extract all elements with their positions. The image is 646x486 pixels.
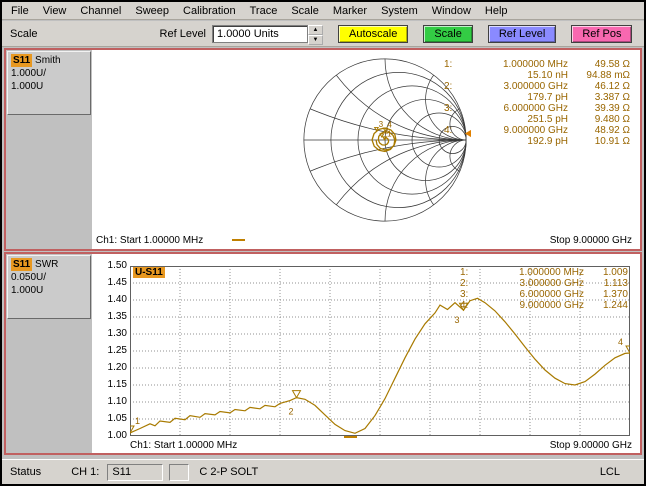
y-tick-label: 1.15	[92, 380, 127, 390]
marker-readout-row: 3:6.000000 GHz39.39 Ω	[444, 103, 630, 114]
ref-level-input[interactable]: 1.0000 Units	[212, 25, 308, 43]
svg-text:1: 1	[135, 416, 140, 426]
marker-readout-subrow: 15.10 nH94.88 mΩ	[444, 70, 630, 81]
status-label: Status	[10, 466, 41, 478]
trace-id-chip: S11	[11, 54, 32, 67]
smith-plot-area[interactable]: 1234 1:1.000000 MHz49.58 Ω 15.10 nH94.88…	[92, 50, 640, 249]
menu-item-help[interactable]: Help	[478, 3, 515, 19]
measurement-field: S11	[107, 464, 163, 481]
marker-readout-row: 4:9.000000 GHz1.244	[460, 300, 628, 311]
ref-value: 1.000U	[11, 80, 87, 93]
svg-text:2: 2	[289, 407, 294, 417]
y-tick-label: 1.50	[92, 261, 127, 271]
menu-item-system[interactable]: System	[374, 3, 425, 19]
spinner-down-icon[interactable]: ▼	[308, 35, 323, 45]
lcl-indicator: LCL	[600, 466, 620, 478]
sweep-stop-label: Stop 9.00000 GHz	[550, 235, 632, 246]
menu-item-calibration[interactable]: Calibration	[176, 3, 243, 19]
trace-format-label: Smith	[35, 55, 61, 66]
marker-readout-row: 1:1.000000 MHz49.58 Ω	[444, 59, 630, 70]
smith-panel: S11 Smith 1.000U/ 1.000U 1234 1:1.000000…	[4, 48, 642, 251]
menu-item-channel[interactable]: Channel	[73, 3, 128, 19]
svg-text:4: 4	[618, 337, 623, 347]
y-tick-label: 1.45	[92, 278, 127, 288]
marker-readout-subrow: 179.7 pH3.387 Ω	[444, 92, 630, 103]
scale-button[interactable]: Scale	[423, 25, 473, 43]
marker-readout-row: 2:3.000000 GHz46.12 Ω	[444, 81, 630, 92]
marker-readout-row: 3:6.000000 GHz1.370	[460, 289, 628, 300]
channel-label: CH 1:	[71, 466, 99, 478]
trace-id-chip: S11	[11, 258, 32, 271]
scale-per-div-value: 0.050U/	[11, 271, 87, 284]
y-tick-label: 1.30	[92, 329, 127, 339]
scale-toolbar: Scale Ref Level 1.0000 Units ▲ ▼ Autosca…	[2, 21, 644, 47]
menu-item-sweep[interactable]: Sweep	[128, 3, 176, 19]
y-tick-label: 1.25	[92, 346, 127, 356]
sweep-start-label: Ch1: Start 1.00000 MHz	[96, 235, 203, 246]
vna-application-window: File View Channel Sweep Calibration Trac…	[0, 0, 646, 486]
ref-pos-button[interactable]: Ref Pos	[571, 25, 632, 43]
swr-marker-readout: 1:1.000000 MHz1.009 2:3.000000 GHz1.113 …	[460, 267, 628, 311]
menu-item-view[interactable]: View	[36, 3, 74, 19]
y-tick-label: 1.35	[92, 312, 127, 322]
trace-format-label: SWR	[35, 259, 58, 270]
smith-marker-readout: 1:1.000000 MHz49.58 Ω 15.10 nH94.88 mΩ 2…	[444, 59, 630, 147]
swr-panel-sidebar: S11 SWR 0.050U/ 1.000U	[6, 254, 92, 453]
marker-readout-subrow: 251.5 pH9.480 Ω	[444, 114, 630, 125]
scale-per-div-value: 1.000U/	[11, 67, 87, 80]
ref-level-label: Ref Level	[160, 28, 206, 40]
sweep-indicator-dash	[232, 239, 245, 241]
sweep-start-label: Ch1: Start 1.00000 MHz	[130, 440, 237, 451]
ref-value: 1.000U	[11, 284, 87, 297]
sweep-stop-label: Stop 9.00000 GHz	[550, 440, 632, 451]
menu-item-trace[interactable]: Trace	[243, 3, 285, 19]
sweep-indicator-dash	[344, 436, 357, 438]
y-tick-label: 1.20	[92, 363, 127, 373]
ref-level-button[interactable]: Ref Level	[488, 25, 556, 43]
trace-label-chip: U-S11	[133, 267, 165, 278]
y-tick-label: 1.10	[92, 397, 127, 407]
menu-item-scale[interactable]: Scale	[284, 3, 326, 19]
status-bar: Status CH 1: S11 C 2-P SOLT LCL	[2, 459, 644, 484]
smith-panel-sidebar: S11 Smith 1.000U/ 1.000U	[6, 50, 92, 249]
menu-bar: File View Channel Sweep Calibration Trac…	[2, 2, 644, 20]
marker-readout-subrow: 192.9 pH10.91 Ω	[444, 136, 630, 147]
status-aux-field	[169, 464, 189, 481]
toolbar-title: Scale	[10, 28, 38, 40]
y-tick-label: 1.05	[92, 414, 127, 424]
y-tick-label: 1.40	[92, 295, 127, 305]
smith-trace-legend[interactable]: S11 Smith 1.000U/ 1.000U	[7, 51, 91, 115]
spinner-up-icon[interactable]: ▲	[308, 25, 323, 35]
marker-readout-row: 2:3.000000 GHz1.113	[460, 278, 628, 289]
ref-level-spinner: ▲ ▼	[308, 25, 323, 43]
autoscale-button[interactable]: Autoscale	[338, 25, 408, 43]
menu-item-marker[interactable]: Marker	[326, 3, 374, 19]
cal-status-label: C 2-P SOLT	[199, 466, 258, 478]
swr-trace-legend[interactable]: S11 SWR 0.050U/ 1.000U	[7, 255, 91, 319]
marker-readout-row: 4:9.000000 GHz48.92 Ω	[444, 125, 630, 136]
swr-panel: S11 SWR 0.050U/ 1.000U 1.501.451.401.351…	[4, 252, 642, 455]
svg-text:4: 4	[387, 120, 392, 129]
marker-readout-row: 1:1.000000 MHz1.009	[460, 267, 628, 278]
menu-item-window[interactable]: Window	[425, 3, 478, 19]
swr-plot-area[interactable]: 1.50 1.45 1.40 1.35 1.30 1.25 1.20 1.15 1.10 1.05…	[92, 254, 640, 453]
svg-text:3: 3	[455, 315, 460, 325]
menu-item-file[interactable]: File	[4, 3, 36, 19]
y-tick-label: 1.00	[92, 431, 127, 441]
